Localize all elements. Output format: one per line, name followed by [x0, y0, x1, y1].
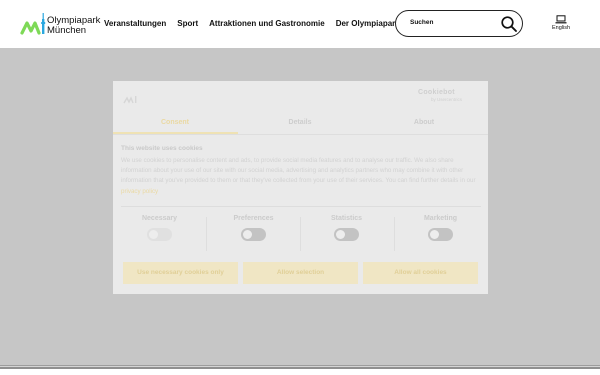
tab-about[interactable]: About [374, 119, 474, 126]
language-label: English [551, 25, 571, 31]
toggle-group-statistics: Statistics [300, 215, 393, 246]
cookiebot-subtitle: by Usercentrics [431, 97, 463, 102]
nav-item-sport[interactable]: Sport [177, 19, 198, 28]
laptop-icon [555, 15, 567, 24]
language-switch[interactable]: English [546, 15, 576, 31]
consent-tabs: Consent Details About [113, 116, 488, 135]
search-icon[interactable] [500, 15, 518, 33]
nav-item-veranstaltungen[interactable]: Veranstaltungen [104, 19, 166, 28]
nav-item-attraktionen[interactable]: Attraktionen und Gastronomie [209, 19, 325, 28]
nav-item-der-olympiapark[interactable]: Der Olympiapark [336, 19, 400, 28]
tab-details[interactable]: Details [250, 119, 350, 126]
logo-line-2: München [47, 24, 87, 36]
toggle-group-marketing: Marketing [394, 215, 487, 246]
search-label: Suchen [410, 19, 434, 26]
consent-title: This website uses cookies [121, 145, 203, 152]
tabs-divider [113, 134, 488, 135]
cookie-consent-dialog: Cookiebot by Usercentrics Consent Detail… [113, 81, 488, 294]
toggle-label-marketing: Marketing [423, 215, 458, 222]
tab-consent[interactable]: Consent [125, 119, 225, 126]
divider [0, 367, 600, 369]
search-box[interactable]: Suchen [395, 10, 523, 37]
statistics-toggle[interactable] [334, 228, 359, 241]
marketing-toggle[interactable] [428, 228, 453, 241]
toggle-label-preferences: Preferences [233, 215, 274, 222]
allow-all-cookies-button[interactable]: Allow all cookies [363, 262, 478, 284]
cookiebot-logo[interactable]: Cookiebot [418, 89, 455, 96]
toggle-group-necessary: Necessary [113, 215, 206, 246]
consent-body-text: We use cookies to personalise content an… [121, 157, 476, 185]
necessary-toggle [147, 228, 172, 241]
toggle-group-preferences: Preferences [207, 215, 300, 246]
section-divider [121, 206, 481, 207]
site-header: Olympiapark München Veranstaltungen Spor… [0, 0, 600, 48]
dialog-site-logo-icon [123, 96, 137, 104]
toggle-label-necessary: Necessary [141, 215, 178, 222]
site-logo-text[interactable]: Olympiapark München [47, 16, 100, 35]
allow-selection-button[interactable]: Allow selection [243, 262, 358, 284]
toggle-label-statistics: Statistics [330, 215, 363, 222]
use-necessary-cookies-button[interactable]: Use necessary cookies only [123, 262, 238, 284]
preferences-toggle[interactable] [241, 228, 266, 241]
consent-body: We use cookies to personalise content an… [121, 156, 481, 197]
main-nav: Veranstaltungen Sport Attraktionen und G… [104, 19, 400, 28]
privacy-policy-link[interactable]: privacy policy [121, 188, 158, 195]
